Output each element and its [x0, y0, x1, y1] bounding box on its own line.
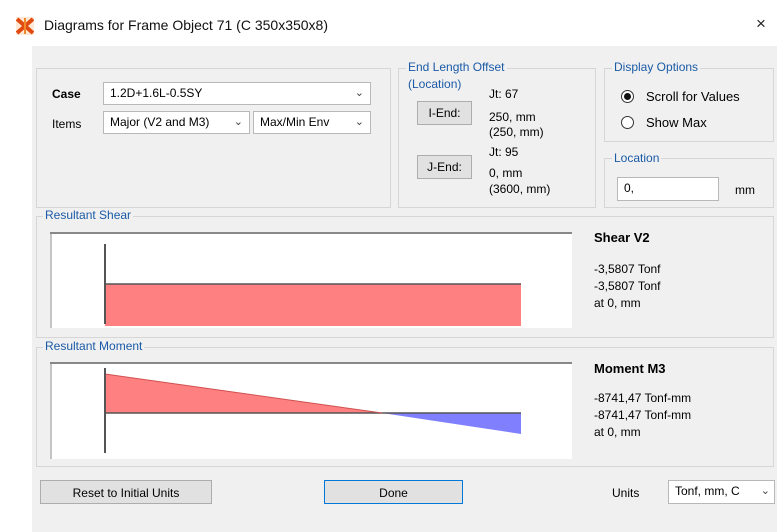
units-label: Units	[612, 486, 640, 500]
case-select-value: 1.2D+1.6L-0.5SY	[110, 86, 203, 100]
moment-panel-title: Moment M3	[594, 361, 666, 376]
moment-value-2: -8741,47 Tonf-mm	[594, 408, 692, 422]
done-button[interactable]: Done	[324, 480, 463, 504]
moment-location: at 0, mm	[594, 425, 641, 439]
shear-value-1: -3,5807 Tonf	[594, 262, 661, 276]
moment-diagram	[50, 362, 572, 459]
shear-location: at 0, mm	[594, 296, 641, 310]
chevron-down-icon: ⌄	[233, 116, 243, 128]
i-end-joint: Jt: 67	[489, 87, 519, 101]
env-select[interactable]: Max/Min Env ⌄	[253, 111, 371, 134]
j-end-location: (3600, mm)	[489, 182, 551, 196]
shear-section-title: Resultant Shear	[43, 208, 134, 222]
j-end-joint: Jt: 95	[489, 145, 519, 159]
end-offset-subtitle: (Location)	[406, 77, 464, 91]
shear-value-2: -3,5807 Tonf	[594, 279, 661, 293]
i-end-length: 250, mm	[489, 110, 536, 124]
j-end-button[interactable]: J-End:	[417, 155, 472, 179]
location-title: Location	[612, 151, 662, 165]
i-end-location: (250, mm)	[489, 125, 544, 139]
items-label: Items	[52, 117, 82, 131]
shear-negative-area	[105, 284, 521, 326]
units-select[interactable]: Tonf, mm, C ⌄	[668, 480, 775, 504]
reset-units-button[interactable]: Reset to Initial Units	[40, 480, 212, 504]
display-options-group	[604, 68, 774, 142]
close-icon[interactable]: ×	[756, 14, 766, 34]
chevron-down-icon: ⌄	[760, 485, 770, 497]
case-label: Case	[52, 87, 81, 101]
moment-value-1: -8741,47 Tonf-mm	[594, 391, 692, 405]
scroll-values-radio[interactable]	[621, 90, 634, 103]
j-end-length: 0, mm	[489, 166, 523, 180]
location-input[interactable]: 0,	[617, 177, 719, 201]
shear-panel-title: Shear V2	[594, 230, 650, 245]
scroll-values-label[interactable]: Scroll for Values	[646, 89, 740, 104]
show-max-label[interactable]: Show Max	[646, 115, 707, 130]
shear-diagram	[50, 232, 572, 328]
chevron-down-icon: ⌄	[354, 87, 364, 99]
display-options-title: Display Options	[612, 60, 701, 74]
units-select-value: Tonf, mm, C	[675, 484, 740, 498]
app-icon	[15, 17, 35, 35]
items-select[interactable]: Major (V2 and M3) ⌄	[103, 111, 250, 134]
moment-section-title: Resultant Moment	[43, 339, 145, 353]
i-end-button[interactable]: I-End:	[417, 101, 472, 125]
chevron-down-icon: ⌄	[354, 116, 364, 128]
window-title: Diagrams for Frame Object 71 (C 350x350x…	[44, 17, 328, 33]
location-unit: mm	[735, 183, 755, 197]
end-offset-title: End Length Offset	[406, 60, 507, 74]
env-select-value: Max/Min Env	[260, 115, 330, 129]
case-select[interactable]: 1.2D+1.6L-0.5SY ⌄	[103, 82, 371, 105]
items-select-value: Major (V2 and M3)	[110, 115, 210, 129]
show-max-radio[interactable]	[621, 116, 634, 129]
